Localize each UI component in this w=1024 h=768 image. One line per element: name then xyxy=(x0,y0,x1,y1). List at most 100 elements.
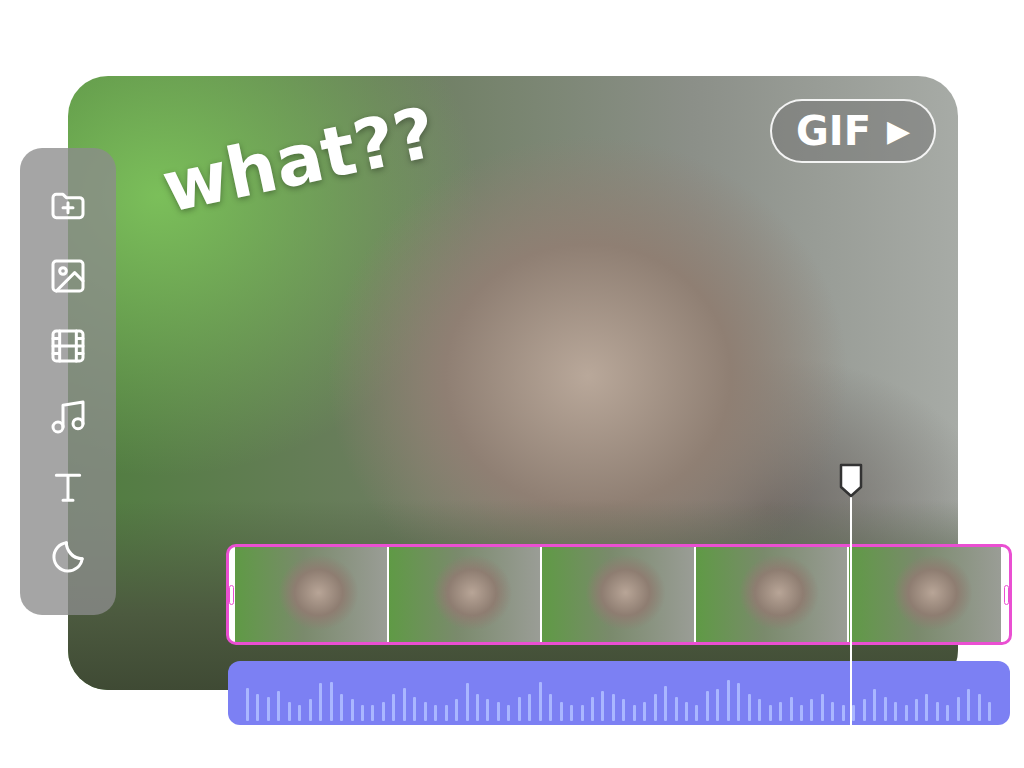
waveform-bar xyxy=(382,702,385,721)
waveform-bar xyxy=(570,705,573,721)
waveform-bar xyxy=(413,697,416,721)
waveform-bar xyxy=(695,705,698,721)
waveform-bar xyxy=(800,705,803,721)
waveform-bar xyxy=(685,702,688,721)
gif-label: GIF xyxy=(796,111,871,151)
waveform-bar xyxy=(445,705,448,721)
text-tool[interactable] xyxy=(48,467,88,507)
waveform-bar xyxy=(852,705,855,721)
waveform-bar xyxy=(946,705,949,721)
waveform-bar xyxy=(309,699,312,721)
waveform-bar xyxy=(560,702,563,721)
waveform-bar xyxy=(267,697,270,721)
waveform-bar xyxy=(549,694,552,721)
playhead[interactable] xyxy=(837,462,865,737)
waveform-bar xyxy=(790,697,793,721)
waveform-bar xyxy=(758,699,761,721)
waveform-bar xyxy=(403,688,406,721)
waveform-bar xyxy=(978,694,981,721)
waveform-bar xyxy=(957,697,960,721)
waveform-bar xyxy=(706,691,709,721)
waveform-bar xyxy=(455,699,458,721)
film-icon xyxy=(48,326,88,366)
waveform-bar xyxy=(424,702,427,721)
waveform-bar xyxy=(497,702,500,721)
sticker-tool[interactable] xyxy=(48,537,88,577)
play-icon: ▶ xyxy=(887,116,910,146)
waveform-bar xyxy=(392,694,395,721)
waveform-bar xyxy=(361,705,364,721)
sticker-icon xyxy=(48,537,88,577)
waveform-bar xyxy=(319,683,322,721)
waveform-bar xyxy=(466,683,469,721)
timeline-clip[interactable] xyxy=(226,544,1012,645)
waveform-bar xyxy=(340,694,343,721)
gif-editor: what??GIF▶ xyxy=(0,0,1024,768)
waveform-bar xyxy=(246,688,249,721)
waveform-bar xyxy=(256,694,259,721)
trim-handle-end[interactable] xyxy=(1004,585,1009,605)
waveform-bar xyxy=(967,689,970,721)
waveform-bar xyxy=(842,705,845,721)
waveform-bar xyxy=(351,699,354,721)
waveform-bar xyxy=(716,689,719,721)
trim-handle-start[interactable] xyxy=(229,585,234,605)
add-folder-icon xyxy=(48,186,88,226)
waveform-bar xyxy=(591,697,594,721)
waveform-bar xyxy=(298,705,301,721)
film-tool[interactable] xyxy=(48,326,88,366)
waveform-bar xyxy=(905,705,908,721)
music-tool[interactable] xyxy=(48,397,88,437)
playhead-handle-icon[interactable] xyxy=(838,462,864,498)
waveform-bar xyxy=(633,705,636,721)
waveform-bar xyxy=(675,697,678,721)
waveform-bar xyxy=(727,680,730,721)
audio-track[interactable] xyxy=(228,661,1010,725)
waveform-bar xyxy=(288,702,291,721)
waveform-bar xyxy=(810,699,813,721)
waveform-bar xyxy=(769,705,772,721)
waveform-bar xyxy=(277,691,280,721)
clip-frame xyxy=(235,547,389,642)
waveform-bar xyxy=(434,705,437,721)
waveform-bar xyxy=(539,682,542,721)
gif-play-button[interactable]: GIF ▶ xyxy=(770,99,936,163)
clip-frame xyxy=(849,547,1003,642)
waveform-bar xyxy=(601,691,604,721)
waveform-bar xyxy=(371,705,374,721)
waveform-bar xyxy=(779,702,782,721)
clip-frame xyxy=(389,547,543,642)
waveform-bar xyxy=(936,702,939,721)
waveform-bar xyxy=(622,699,625,721)
waveform-bar xyxy=(748,694,751,721)
waveform-bar xyxy=(915,699,918,721)
waveform-bar xyxy=(664,686,667,721)
image-tool[interactable] xyxy=(48,256,88,296)
waveform-bar xyxy=(831,702,834,721)
playhead-line xyxy=(850,494,852,737)
waveform-bar xyxy=(643,702,646,721)
waveform-bar xyxy=(612,694,615,721)
music-icon xyxy=(48,397,88,437)
waveform-bar xyxy=(330,682,333,721)
waveform-bar xyxy=(988,702,991,721)
waveform-bar xyxy=(873,689,876,721)
waveform-bar xyxy=(581,705,584,721)
clip-frame xyxy=(696,547,850,642)
clip-frame xyxy=(542,547,696,642)
add-folder-tool[interactable] xyxy=(48,186,88,226)
waveform-bar xyxy=(737,683,740,721)
waveform-bar xyxy=(528,694,531,721)
toolbar xyxy=(20,148,116,615)
waveform-bar xyxy=(884,697,887,721)
waveform-bar xyxy=(821,694,824,721)
waveform-bar xyxy=(518,697,521,721)
waveform-bar xyxy=(925,694,928,721)
waveform-bar xyxy=(476,694,479,721)
waveform-bar xyxy=(863,699,866,721)
waveform-bar xyxy=(654,694,657,721)
image-icon xyxy=(48,256,88,296)
waveform-bar xyxy=(486,699,489,721)
playhead-track xyxy=(228,462,1010,737)
text-icon xyxy=(48,467,88,507)
